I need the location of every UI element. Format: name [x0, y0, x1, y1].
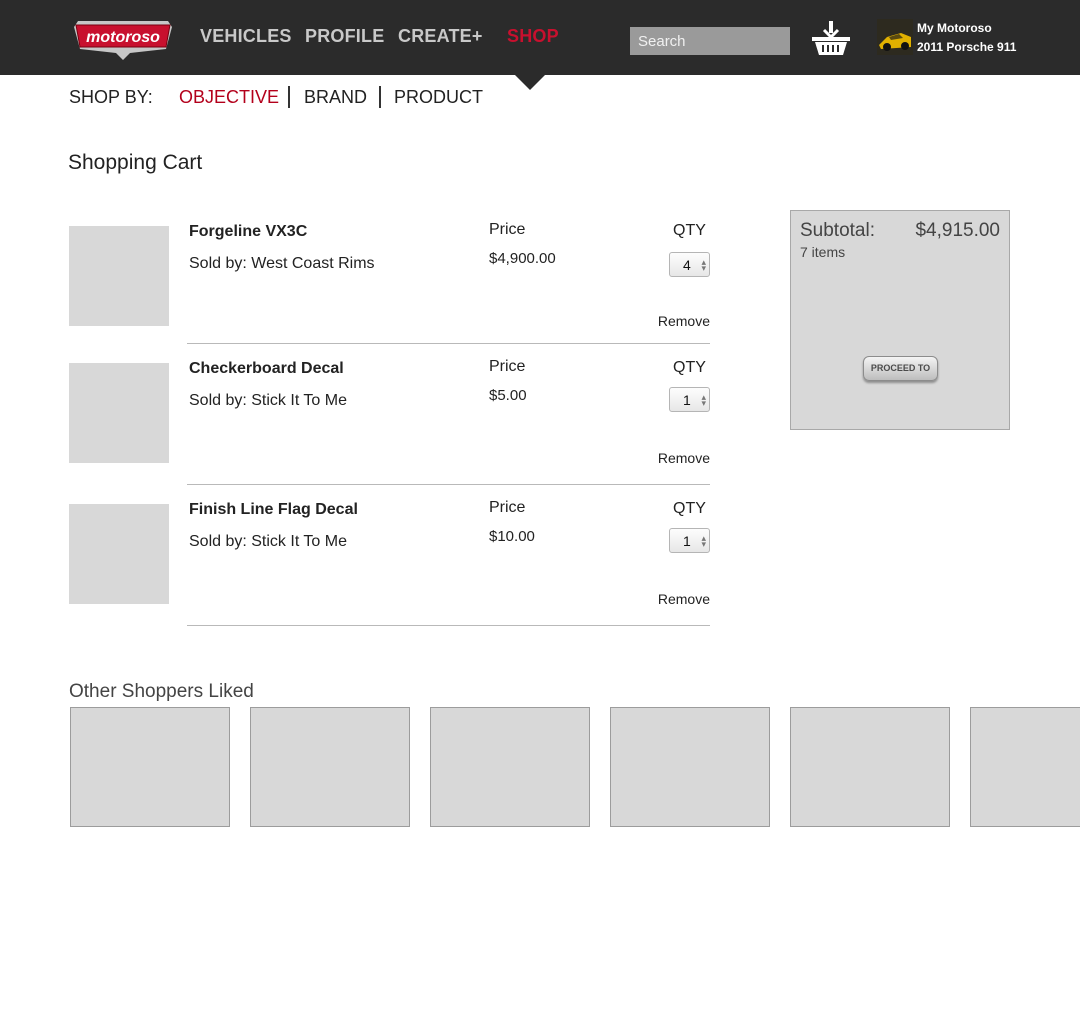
- quantity-value: 1: [683, 392, 691, 408]
- nav-shop[interactable]: SHOP: [507, 26, 559, 47]
- item-divider: [187, 484, 710, 485]
- qty-label: QTY: [673, 359, 706, 376]
- search-input[interactable]: [630, 27, 790, 55]
- shop-by-divider: [379, 86, 381, 108]
- recommended-product-tile[interactable]: [70, 707, 230, 827]
- price-value: $4,900.00: [489, 250, 556, 267]
- shopping-basket-icon[interactable]: [811, 20, 851, 56]
- shop-by-label: SHOP BY:: [69, 87, 153, 107]
- quantity-stepper[interactable]: 4 ▴ ▾: [669, 252, 710, 277]
- product-image[interactable]: [69, 226, 169, 326]
- items-count: 7 items: [800, 244, 846, 260]
- item-divider: [187, 625, 710, 626]
- shop-by-divider: [288, 86, 290, 108]
- top-navigation-bar: motoroso VEHICLES PROFILE CREATE+ SHOP M…: [0, 0, 1080, 75]
- product-seller: Sold by: Stick It To Me: [189, 392, 347, 409]
- page-title: Shopping Cart: [68, 151, 203, 174]
- quantity-stepper[interactable]: 1 ▴ ▾: [669, 528, 710, 553]
- proceed-to-checkout-button[interactable]: PROCEED TO: [863, 356, 938, 381]
- recommended-product-tile[interactable]: [790, 707, 950, 827]
- item-divider: [187, 343, 710, 344]
- qty-label: QTY: [673, 222, 706, 239]
- subtotal-value: $4,915.00: [915, 220, 1000, 241]
- price-value: $10.00: [489, 528, 535, 545]
- stepper-arrows-icon[interactable]: ▴ ▾: [701, 534, 706, 549]
- recommended-product-tile[interactable]: [250, 707, 410, 827]
- shop-by-product[interactable]: PRODUCT: [394, 87, 483, 108]
- remove-button[interactable]: Remove: [658, 313, 710, 329]
- recommended-product-tile[interactable]: [430, 707, 590, 827]
- vehicle-avatar[interactable]: [877, 19, 913, 55]
- price-label: Price: [489, 221, 526, 238]
- motoroso-logo[interactable]: motoroso: [70, 13, 176, 61]
- stepper-arrows-icon[interactable]: ▴ ▾: [701, 258, 706, 273]
- price-label: Price: [489, 358, 526, 375]
- price-label: Price: [489, 499, 526, 516]
- quantity-stepper[interactable]: 1 ▴ ▾: [669, 387, 710, 412]
- nav-profile[interactable]: PROFILE: [305, 26, 384, 47]
- product-image[interactable]: [69, 504, 169, 604]
- product-seller: Sold by: Stick It To Me: [189, 533, 347, 550]
- remove-button[interactable]: Remove: [658, 450, 710, 466]
- recommendations-title: Other Shoppers Liked: [69, 681, 254, 702]
- shop-by-objective[interactable]: OBJECTIVE: [179, 87, 279, 108]
- remove-button[interactable]: Remove: [658, 591, 710, 607]
- price-value: $5.00: [489, 387, 527, 404]
- product-seller: Sold by: West Coast Rims: [189, 255, 375, 272]
- product-image[interactable]: [69, 363, 169, 463]
- subtotal-label: Subtotal:: [800, 220, 875, 241]
- active-nav-pointer: [515, 75, 545, 90]
- recommended-product-tile[interactable]: [970, 707, 1080, 827]
- shop-by-brand[interactable]: BRAND: [304, 87, 367, 108]
- nav-vehicles[interactable]: VEHICLES: [200, 26, 292, 47]
- logo-text: motoroso: [86, 29, 160, 46]
- product-name[interactable]: Checkerboard Decal: [189, 360, 344, 378]
- profile-name[interactable]: My Motoroso: [917, 21, 992, 35]
- product-name[interactable]: Forgeline VX3C: [189, 223, 307, 241]
- qty-label: QTY: [673, 500, 706, 517]
- stepper-arrows-icon[interactable]: ▴ ▾: [701, 393, 706, 408]
- order-summary-panel: Subtotal: $4,915.00 7 items PROCEED TO: [790, 210, 1010, 430]
- profile-vehicle: 2011 Porsche 911: [917, 40, 1017, 54]
- recommended-product-tile[interactable]: [610, 707, 770, 827]
- nav-create[interactable]: CREATE+: [398, 26, 483, 47]
- product-name[interactable]: Finish Line Flag Decal: [189, 501, 358, 519]
- quantity-value: 1: [683, 533, 691, 549]
- quantity-value: 4: [683, 257, 691, 273]
